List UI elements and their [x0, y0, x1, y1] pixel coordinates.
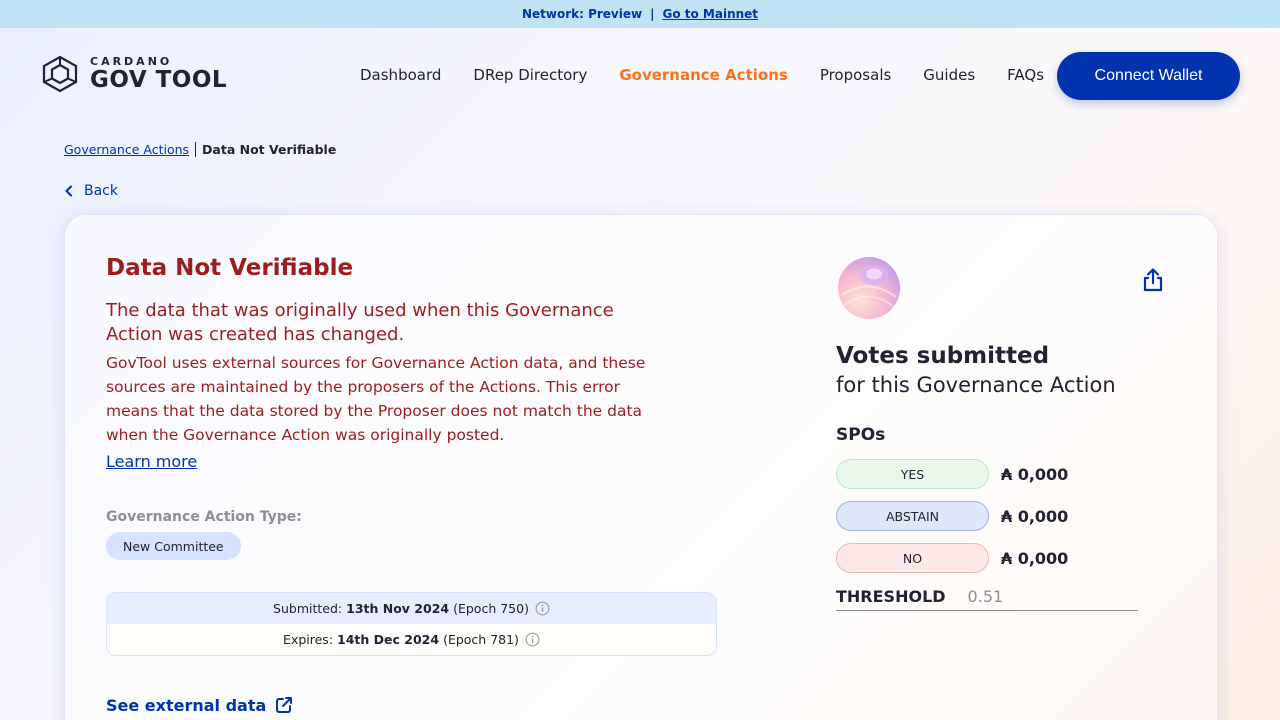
- info-icon[interactable]: [525, 632, 540, 647]
- network-banner: Network: Preview | Go to Mainnet: [0, 0, 1280, 28]
- abstain-amount: ₳ 0,000: [1001, 506, 1069, 526]
- logo-big-text: GOV TOOL: [90, 67, 228, 93]
- expires-date: 14th Dec 2024: [337, 632, 440, 647]
- back-button[interactable]: Back: [64, 183, 118, 199]
- expires-epoch: (Epoch 781): [443, 632, 519, 647]
- yes-amount: ₳ 0,000: [1001, 464, 1069, 484]
- back-label: Back: [84, 183, 118, 199]
- breadcrumb-current: Data Not Verifiable: [202, 142, 337, 157]
- connect-wallet-button[interactable]: Connect Wallet: [1057, 52, 1240, 100]
- info-icon[interactable]: [535, 601, 550, 616]
- abstain-chip: ABSTAIN: [836, 501, 989, 531]
- submitted-date: 13th Nov 2024: [346, 601, 450, 616]
- main-nav: Dashboard DRep Directory Governance Acti…: [360, 66, 1044, 84]
- drep-avatar-icon: [838, 257, 900, 319]
- vote-row-no: NO ₳ 0,000: [836, 543, 1068, 573]
- yes-chip: YES: [836, 459, 989, 489]
- nav-dashboard[interactable]: Dashboard: [360, 66, 441, 84]
- nav-proposals[interactable]: Proposals: [820, 66, 891, 84]
- learn-more-link[interactable]: Learn more: [106, 452, 197, 471]
- breadcrumb: Governance Actions Data Not Verifiable: [64, 142, 336, 157]
- no-chip: NO: [836, 543, 989, 573]
- nav-drep-directory[interactable]: DRep Directory: [473, 66, 587, 84]
- breadcrumb-governance-actions-link[interactable]: Governance Actions: [64, 142, 189, 157]
- threshold-value: 0.51: [967, 587, 1004, 606]
- cardano-gov-tool-logo-icon: [42, 55, 78, 93]
- expires-row: Expires: 14th Dec 2024 (Epoch 781): [107, 624, 716, 655]
- header: CARDANO GOV TOOL Dashboard DRep Director…: [0, 28, 1280, 124]
- spos-heading: SPOs: [836, 425, 886, 445]
- error-subtitle: The data that was originally used when t…: [106, 300, 614, 345]
- action-type-chip: New Committee: [106, 532, 241, 560]
- external-link-icon: [276, 697, 293, 713]
- breadcrumb-divider: [195, 142, 197, 157]
- go-to-mainnet-link[interactable]: Go to Mainnet: [662, 7, 758, 21]
- chevron-left-icon: [65, 185, 72, 197]
- nav-guides[interactable]: Guides: [923, 66, 975, 84]
- error-description: GovTool uses external sources for Govern…: [106, 354, 646, 444]
- vote-row-yes: YES ₳ 0,000: [836, 459, 1068, 489]
- external-data-label: See external data: [106, 695, 267, 715]
- share-icon[interactable]: [1141, 267, 1165, 293]
- nav-governance-actions[interactable]: Governance Actions: [619, 66, 787, 84]
- submitted-epoch: (Epoch 750): [453, 601, 529, 616]
- submitted-row: Submitted: 13th Nov 2024 (Epoch 750): [107, 593, 716, 624]
- error-title: Data Not Verifiable: [106, 255, 354, 281]
- submitted-label: Submitted:: [273, 601, 343, 616]
- logo-small-text: CARDANO: [90, 55, 173, 68]
- no-amount: ₳ 0,000: [1001, 548, 1069, 568]
- logo[interactable]: CARDANO GOV TOOL: [40, 55, 227, 93]
- network-label: Network: Preview: [521, 7, 643, 21]
- expires-label: Expires:: [283, 632, 334, 647]
- nav-faqs[interactable]: FAQs: [1007, 66, 1044, 84]
- votes-subtitle: for this Governance Action: [836, 373, 1116, 397]
- see-external-data-link[interactable]: See external data: [106, 695, 294, 715]
- action-type-label: Governance Action Type:: [106, 509, 302, 525]
- network-separator: |: [650, 7, 655, 21]
- threshold-row: THRESHOLD 0.51: [836, 587, 1138, 611]
- threshold-label: THRESHOLD: [836, 587, 946, 606]
- votes-title: Votes submitted: [836, 343, 1050, 369]
- vote-row-abstain: ABSTAIN ₳ 0,000: [836, 501, 1068, 531]
- governance-action-card: Data Not Verifiable The data that was or…: [64, 214, 1218, 720]
- dates-box: Submitted: 13th Nov 2024 (Epoch 750) Exp…: [106, 592, 717, 656]
